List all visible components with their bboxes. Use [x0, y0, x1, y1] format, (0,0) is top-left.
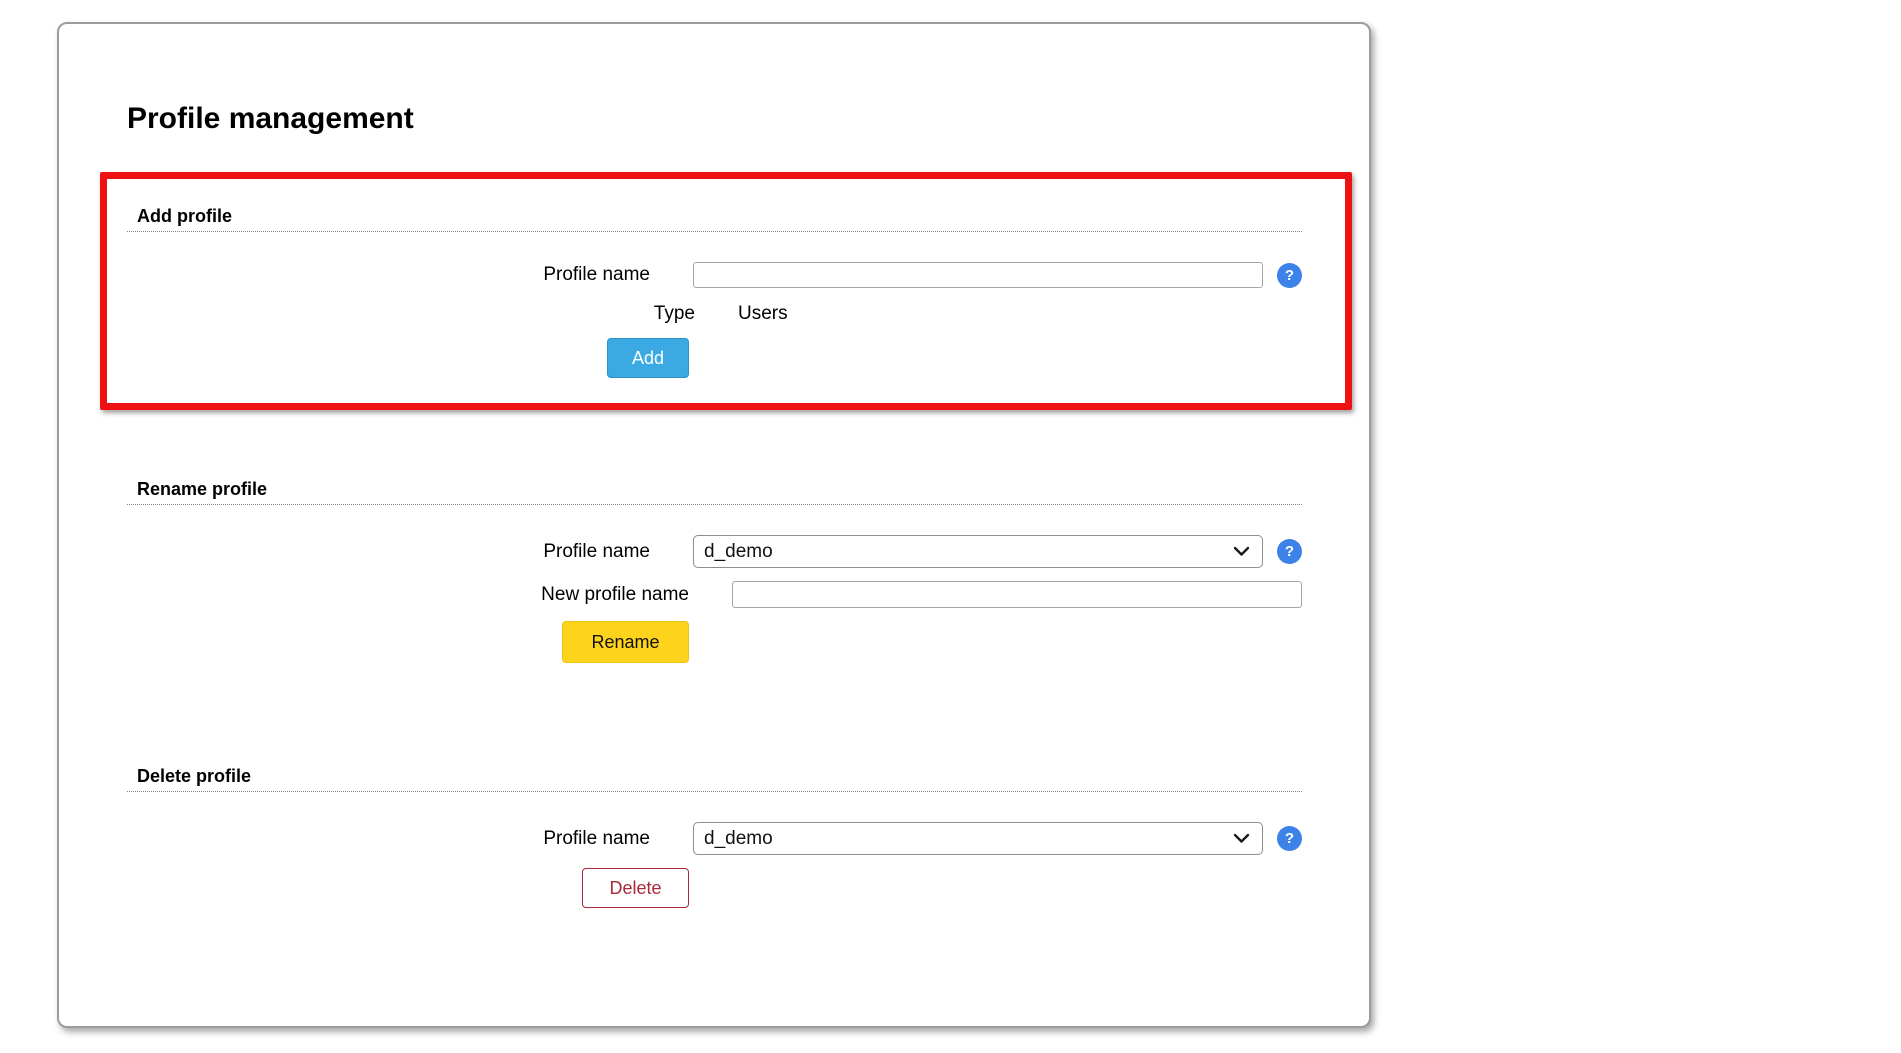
selected-profile-value: d_demo	[704, 541, 773, 563]
delete-button[interactable]: Delete	[582, 868, 689, 908]
help-icon[interactable]: ?	[1277, 539, 1302, 564]
chevron-down-icon	[1233, 546, 1250, 557]
add-button[interactable]: Add	[607, 338, 689, 378]
profile-name-label: Profile name	[127, 828, 650, 850]
section-rename-profile: Rename profile Profile name d_demo ? New…	[127, 479, 1302, 663]
section-add-profile: Add profile Profile name ? Type Users Ad…	[127, 206, 1302, 378]
section-delete-profile: Delete profile Profile name d_demo ? Del…	[127, 766, 1302, 908]
add-type-row: Type Users	[127, 303, 1302, 325]
profile-name-label: Profile name	[127, 541, 650, 563]
type-label: Type	[127, 303, 695, 325]
rename-profile-name-select[interactable]: d_demo	[693, 535, 1263, 568]
delete-profile-name-select[interactable]: d_demo	[693, 822, 1263, 855]
highlight-box-add-profile: Add profile Profile name ? Type Users Ad…	[100, 172, 1352, 410]
rename-profile-name-row: Profile name d_demo ?	[127, 535, 1302, 568]
add-profile-heading: Add profile	[127, 206, 1302, 232]
profile-management-card: Profile management Add profile Profile n…	[57, 22, 1371, 1028]
add-profile-name-row: Profile name ?	[127, 262, 1302, 288]
chevron-down-icon	[1233, 833, 1250, 844]
delete-profile-heading: Delete profile	[127, 766, 1302, 792]
add-profile-name-input[interactable]	[693, 262, 1263, 288]
help-icon[interactable]: ?	[1277, 263, 1302, 288]
type-value: Users	[738, 303, 788, 325]
help-icon[interactable]: ?	[1277, 826, 1302, 851]
new-profile-name-input[interactable]	[732, 581, 1302, 608]
page-title: Profile management	[127, 102, 414, 136]
new-profile-name-row: New profile name	[127, 581, 1302, 608]
selected-profile-value: d_demo	[704, 828, 773, 850]
profile-name-label: Profile name	[127, 264, 650, 286]
rename-profile-heading: Rename profile	[127, 479, 1302, 505]
new-profile-name-label: New profile name	[127, 584, 689, 606]
delete-profile-name-row: Profile name d_demo ?	[127, 822, 1302, 855]
rename-button[interactable]: Rename	[562, 621, 689, 663]
